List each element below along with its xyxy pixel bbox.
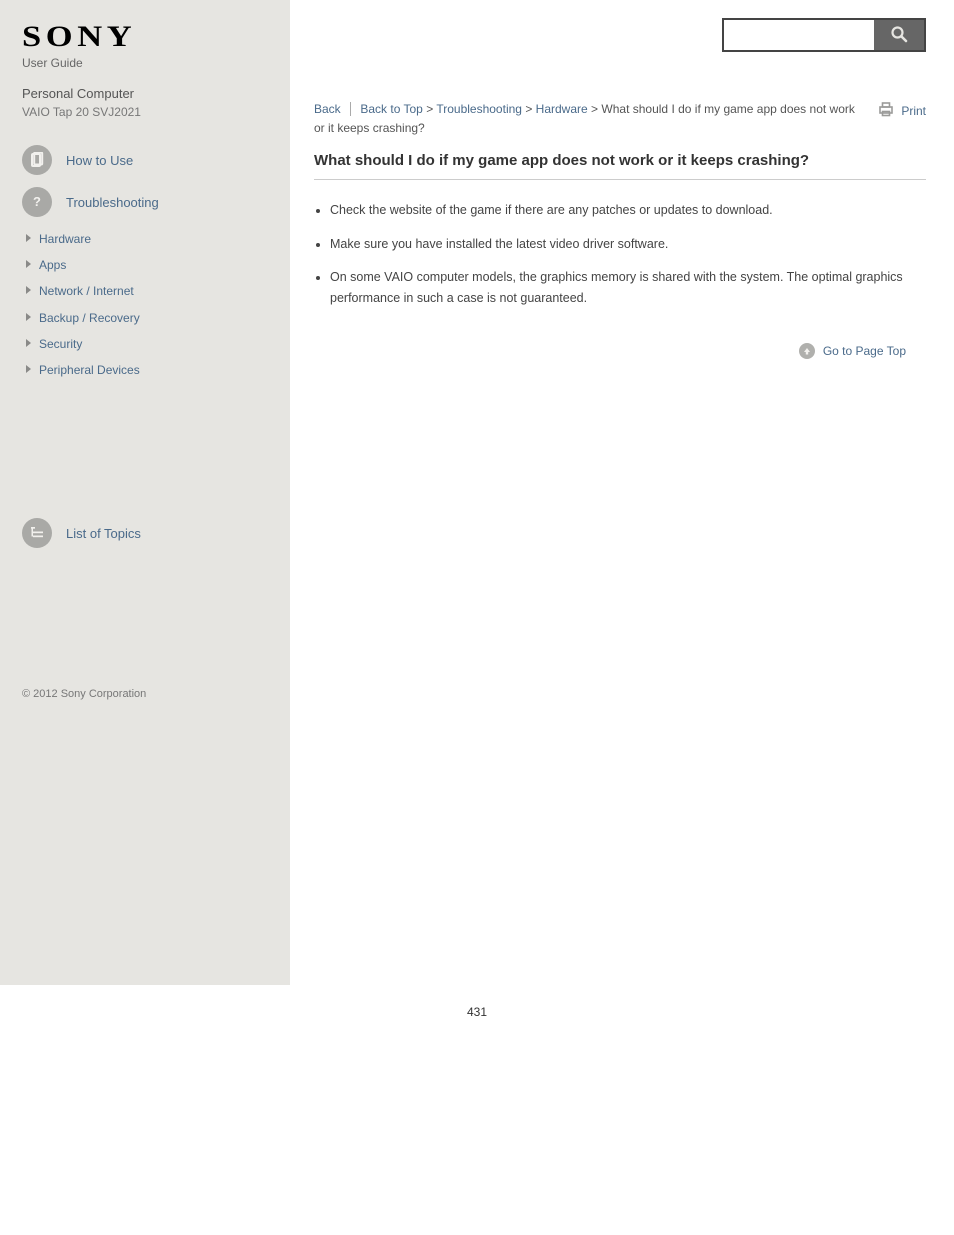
breadcrumb-hardware[interactable]: Hardware [536, 102, 588, 116]
sidebar-item-hardware[interactable]: Hardware [26, 231, 268, 247]
nav-label: List of Topics [66, 526, 141, 541]
sidebar-item-backup[interactable]: Backup / Recovery [26, 310, 268, 326]
chevron-right-icon [26, 234, 31, 242]
sidebar-item-network[interactable]: Network / Internet [26, 283, 268, 299]
breadcrumb-divider [350, 102, 351, 116]
chevron-right-icon [26, 286, 31, 294]
search-icon [889, 24, 909, 47]
search-bar [722, 18, 926, 52]
print-icon [877, 100, 895, 121]
chevron-right-icon [26, 339, 31, 347]
svg-text:?: ? [33, 194, 41, 209]
product-title: Personal Computer [22, 86, 268, 101]
print-label: Print [901, 104, 926, 118]
chevron-right-icon [26, 313, 31, 321]
document-icon [22, 145, 52, 175]
product-model: VAIO Tap 20 SVJ2021 [22, 105, 268, 119]
body-bullet: Check the website of the game if there a… [330, 200, 926, 221]
body-bullet: Make sure you have installed the latest … [330, 234, 926, 255]
breadcrumb: Back Back to Top > Troubleshooting > Har… [314, 100, 861, 138]
sidebar-subtitle: User Guide [22, 56, 268, 70]
nav-list-of-topics[interactable]: List of Topics [22, 518, 268, 548]
article-body: Check the website of the game if there a… [314, 200, 926, 309]
sidebar-item-apps[interactable]: Apps [26, 257, 268, 273]
breadcrumb-back[interactable]: Back [314, 102, 341, 116]
breadcrumb-sep: > [591, 102, 598, 116]
breadcrumb-top[interactable]: Back to Top [360, 102, 422, 116]
nav-label: How to Use [66, 153, 133, 168]
sidebar-item-security[interactable]: Security [26, 336, 268, 352]
chevron-right-icon [26, 260, 31, 268]
nav-label: Troubleshooting [66, 195, 159, 210]
print-link[interactable]: Print [877, 100, 926, 121]
breadcrumb-sep: > [426, 102, 433, 116]
list-tree-icon [22, 518, 52, 548]
question-icon: ? [22, 187, 52, 217]
copyright: © 2012 Sony Corporation [22, 688, 268, 700]
sidebar: SONY User Guide Personal Computer VAIO T… [0, 0, 290, 985]
sidebar-item-peripheral[interactable]: Peripheral Devices [26, 362, 268, 378]
go-to-top-link[interactable]: Go to Page Top [823, 344, 906, 358]
brand-logo: SONY [22, 20, 305, 54]
body-bullet: On some VAIO computer models, the graphi… [330, 267, 926, 310]
chevron-right-icon [26, 365, 31, 373]
breadcrumb-sep: > [525, 102, 532, 116]
sidebar-sublist: Hardware Apps Network / Internet Backup … [22, 231, 268, 378]
arrow-up-icon [799, 343, 815, 359]
article-title: What should I do if my game app does not… [314, 152, 926, 169]
page-number: 431 [0, 985, 954, 1049]
go-to-top: Go to Page Top [314, 343, 906, 359]
title-separator [314, 179, 926, 180]
nav-how-to-use[interactable]: How to Use [22, 145, 268, 175]
search-input[interactable] [724, 20, 874, 50]
main-content: Back Back to Top > Troubleshooting > Har… [290, 0, 954, 985]
search-button[interactable] [874, 20, 924, 50]
breadcrumb-troubleshooting[interactable]: Troubleshooting [436, 102, 522, 116]
nav-troubleshooting[interactable]: ? Troubleshooting [22, 187, 268, 217]
